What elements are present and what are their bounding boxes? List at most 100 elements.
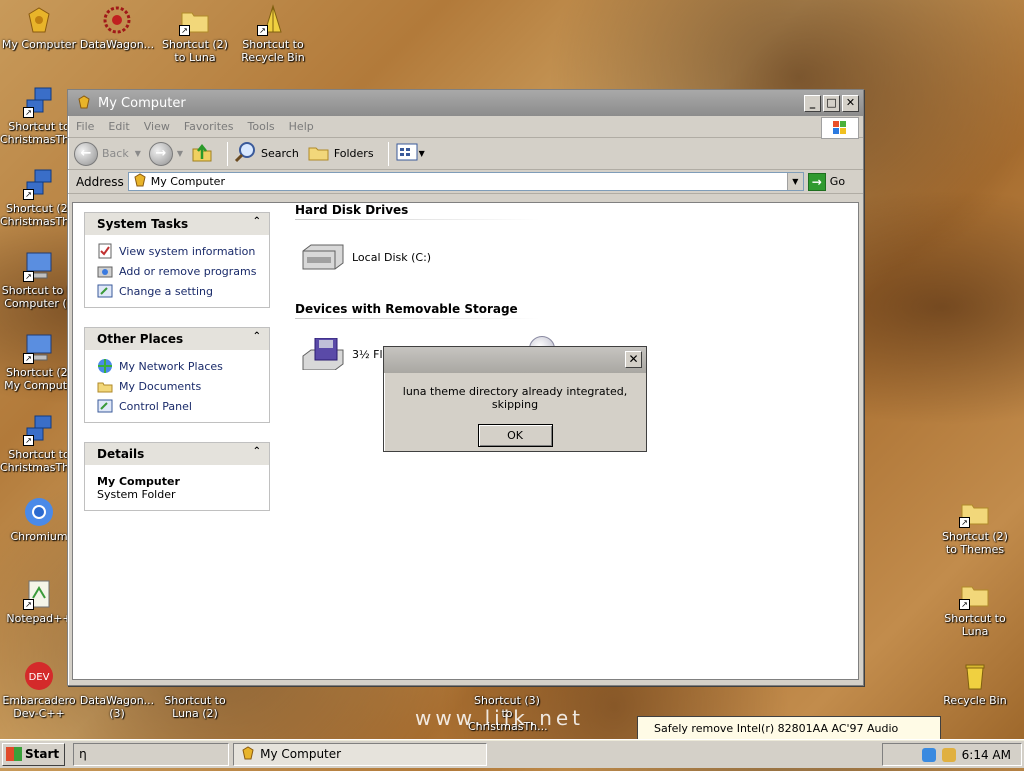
shortcut-arrow-icon: ↗: [959, 599, 970, 610]
menu-favorites[interactable]: Favorites: [184, 120, 234, 133]
collapse-chevron-icon[interactable]: ⌃: [253, 446, 261, 457]
datawagon-icon: [101, 4, 133, 36]
shortcut-arrow-icon: ↗: [23, 435, 34, 446]
message-dialog[interactable]: ✕ luna theme directory already integrate…: [383, 346, 647, 452]
my-computer-icon: [132, 173, 148, 190]
section-removable-storage: Devices with Removable Storage: [295, 302, 518, 316]
my-documents-icon: [97, 382, 113, 393]
folders-button[interactable]: Folders: [307, 141, 374, 166]
back-button[interactable]: ← Back ▼: [74, 141, 141, 166]
address-bar: Address My Computer ▼ → Go: [68, 170, 863, 194]
computer-shortcut-icon: ↗: [23, 332, 55, 364]
start-button[interactable]: Start: [2, 742, 66, 766]
recycle-bin-icon: [959, 660, 991, 692]
shortcut-arrow-icon: ↗: [23, 353, 34, 364]
toolbar-separator: [387, 141, 389, 166]
search-icon: [234, 141, 258, 166]
shortcut-arrow-icon: ↗: [23, 599, 34, 610]
clock[interactable]: 6:14 AM: [962, 748, 1011, 762]
forward-arrow-icon: →: [148, 141, 173, 166]
views-button[interactable]: ▼: [395, 142, 425, 165]
system-tray: 6:14 AM: [882, 743, 1022, 766]
task-view-system-information[interactable]: View system information: [97, 241, 259, 261]
safely-remove-tray-icon[interactable]: [941, 747, 956, 762]
chromium-icon: [23, 496, 55, 528]
folders-icon: [307, 141, 331, 166]
taskbar: Start η My Computer 6:14 AM: [0, 739, 1024, 768]
menu-tools[interactable]: Tools: [248, 120, 275, 133]
close-button[interactable]: ✕: [842, 94, 859, 112]
up-folder-icon: [191, 141, 213, 166]
dev-cpp-icon: DEV: [23, 660, 55, 692]
windows-flag-icon: [6, 747, 22, 761]
network-shortcut-icon: ↗: [23, 168, 55, 200]
minimize-button[interactable]: _: [804, 94, 821, 112]
task-change-a-setting[interactable]: Change a setting: [97, 281, 259, 301]
menu-file[interactable]: File: [76, 120, 94, 133]
task-add-remove-programs[interactable]: Add or remove programs: [97, 261, 259, 281]
network-shortcut-icon: ↗: [23, 86, 55, 118]
collapse-chevron-icon[interactable]: ⌃: [253, 216, 261, 227]
up-button[interactable]: [191, 141, 213, 166]
address-dropdown-button[interactable]: ▼: [786, 173, 803, 190]
chevron-down-icon: ▼: [176, 149, 184, 158]
place-control-panel[interactable]: Control Panel: [97, 396, 259, 416]
control-panel-icon: [97, 399, 113, 413]
details-name: My Computer: [97, 475, 180, 488]
search-button[interactable]: Search: [234, 141, 299, 166]
desktop-icon-recycle-bin[interactable]: Recycle Bin: [936, 660, 1014, 707]
forward-button[interactable]: → ▼: [148, 141, 184, 166]
shortcut-arrow-icon: ↗: [959, 517, 970, 528]
notepad-plus-plus-icon: ↗: [23, 578, 55, 610]
folder-shortcut-icon: ↗: [959, 578, 991, 610]
shortcut-arrow-icon: ↗: [23, 189, 34, 200]
place-my-network-places[interactable]: My Network Places: [97, 356, 259, 376]
menu-help[interactable]: Help: [289, 120, 314, 133]
desktop-icon-my-computer[interactable]: My Computer: [0, 4, 78, 51]
address-input[interactable]: My Computer ▼: [127, 172, 804, 191]
collapse-chevron-icon[interactable]: ⌃: [253, 331, 261, 342]
section-divider: [295, 219, 540, 220]
my-computer-icon: [76, 94, 92, 113]
add-remove-programs-icon: [97, 266, 113, 278]
section-divider: [295, 318, 540, 319]
recycle-bin-shortcut-icon: ↗: [257, 4, 289, 36]
other-places-header[interactable]: Other Places ⌃: [85, 328, 269, 350]
taskbar-button-my-computer[interactable]: My Computer: [233, 742, 488, 766]
desktop-icon-datawagon[interactable]: DataWagon...: [78, 4, 156, 51]
shortcut-arrow-icon: ↗: [257, 25, 268, 36]
dialog-titlebar[interactable]: ✕: [384, 347, 646, 373]
menu-view[interactable]: View: [144, 120, 170, 133]
details-panel: Details ⌃ My Computer System Folder: [84, 442, 270, 511]
desktop-icon-shortcut-recycle-bin[interactable]: ↗ Shortcut to Recycle Bin: [234, 4, 312, 64]
drive-floppy[interactable]: 3½ Flo: [299, 337, 389, 371]
desktop-icon-shortcut-2-themes[interactable]: ↗ Shortcut (2) to Themes: [936, 496, 1014, 556]
hard-disk-icon: [299, 241, 347, 273]
back-arrow-icon: ←: [74, 141, 98, 166]
chevron-down-icon: ▼: [418, 149, 425, 158]
desktop-icon-shortcut-luna[interactable]: ↗ Shortcut to Luna: [936, 578, 1014, 638]
wallpaper-watermark: www.liik.net: [415, 706, 585, 730]
toolbar-separator: [227, 141, 229, 166]
ok-button[interactable]: OK: [477, 424, 553, 447]
go-button[interactable]: → Go: [807, 172, 845, 191]
details-header[interactable]: Details ⌃: [85, 443, 269, 465]
system-tasks-header[interactable]: System Tasks ⌃: [85, 213, 269, 235]
other-places-panel: Other Places ⌃ My Network Places My Docu…: [84, 327, 270, 423]
quick-launch[interactable]: η: [73, 742, 230, 766]
menu-bar: File Edit View Favorites Tools Help: [68, 116, 863, 139]
menu-edit[interactable]: Edit: [108, 120, 129, 133]
section-hard-disk-drives: Hard Disk Drives: [295, 203, 409, 217]
shortcut-arrow-icon: ↗: [23, 107, 34, 118]
toolbar: ← Back ▼ → ▼ Search Folders ▼: [68, 138, 863, 170]
maximize-button[interactable]: □: [823, 94, 840, 112]
shortcut-arrow-icon: ↗: [179, 25, 190, 36]
drive-local-disk-c[interactable]: Local Disk (C:): [299, 241, 431, 273]
window-titlebar[interactable]: My Computer _ □ ✕: [68, 90, 863, 116]
dialog-close-button[interactable]: ✕: [625, 351, 642, 368]
network-tray-icon[interactable]: [921, 747, 936, 762]
place-my-documents[interactable]: My Documents: [97, 376, 259, 396]
control-panel-icon: [97, 284, 113, 298]
desktop-icon-shortcut-2-luna[interactable]: ↗ Shortcut (2) to Luna: [156, 4, 234, 64]
details-type: System Folder: [97, 488, 176, 501]
